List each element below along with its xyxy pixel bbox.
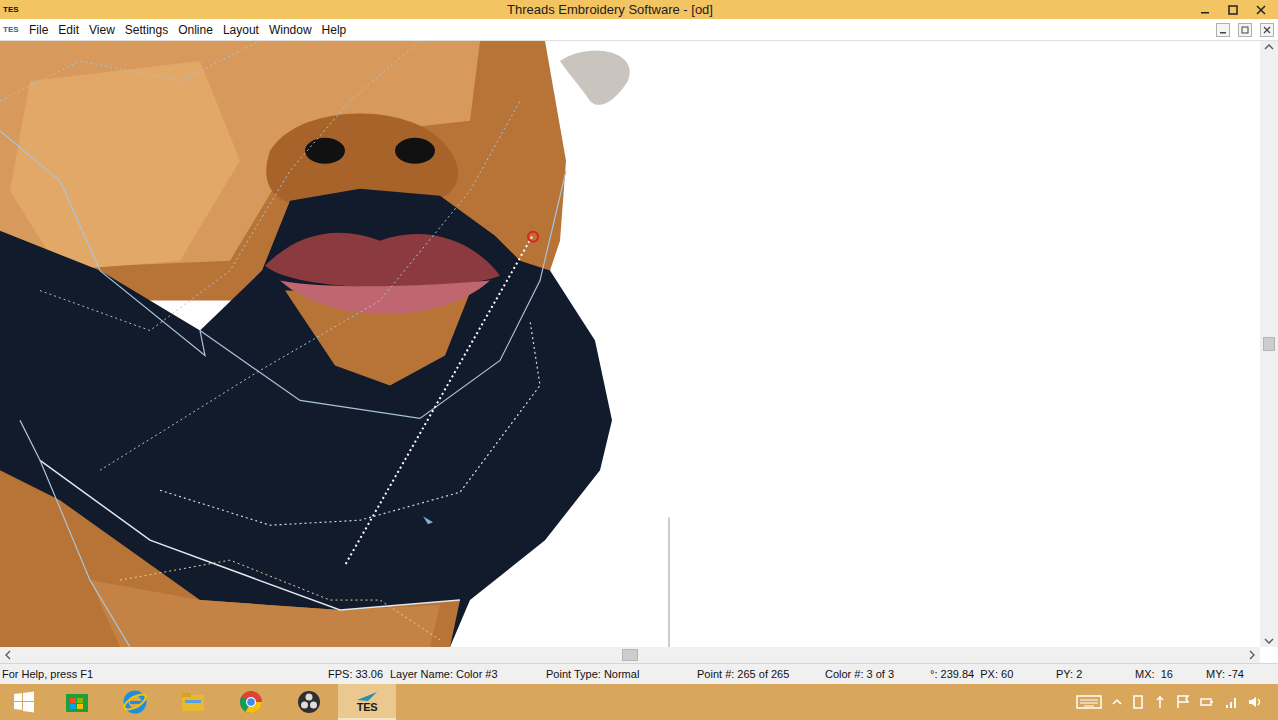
folder-icon	[180, 689, 206, 715]
taskbar-app[interactable]	[164, 684, 222, 720]
status-field: MY: -74	[1206, 666, 1278, 683]
title-bar[interactable]: TESThreads Embroidery Software - [od]	[0, 0, 1278, 19]
status-field: PY: 2	[1056, 666, 1135, 683]
menu-item[interactable]: Edit	[53, 24, 84, 36]
keyboard-icon[interactable]	[1076, 694, 1102, 710]
mdi-restore-icon[interactable]	[1238, 23, 1252, 37]
maximize-icon[interactable]	[1228, 5, 1238, 15]
title-app-icon: TES	[0, 6, 20, 14]
scroll-thumb[interactable]	[622, 649, 638, 661]
menu-item[interactable]: Settings	[120, 24, 173, 36]
tray-app-icon[interactable]	[1132, 695, 1144, 709]
scroll-left-icon[interactable]	[4, 650, 12, 660]
start-button[interactable]	[0, 684, 48, 720]
menu-bar: TESFileEditViewSettingsOnlineLayoutWindo…	[0, 19, 1278, 41]
vertical-scrollbar[interactable]	[1260, 41, 1278, 647]
window-title: Threads Embroidery Software - [od]	[20, 3, 1200, 16]
taskbar-app[interactable]	[48, 684, 106, 720]
menu-item[interactable]: Layout	[218, 24, 264, 36]
scroll-right-icon[interactable]	[1248, 650, 1256, 660]
selected-point-marker[interactable]	[528, 232, 538, 242]
network-icon[interactable]	[1224, 695, 1238, 709]
status-field: MX: 16	[1135, 666, 1206, 683]
scroll-thumb[interactable]	[1263, 337, 1275, 351]
taskbar-app[interactable]	[106, 684, 164, 720]
design-canvas[interactable]	[0, 41, 1260, 647]
obs-icon	[296, 689, 322, 715]
taskbar-app[interactable]	[280, 684, 338, 720]
usb-icon[interactable]	[1154, 695, 1166, 709]
status-field: FPS: 33.06	[328, 666, 390, 683]
menu-item[interactable]: Help	[317, 24, 352, 36]
power-icon[interactable]	[1200, 695, 1214, 709]
status-field: Point Type: Normal	[546, 666, 697, 683]
scroll-down-icon[interactable]	[1264, 637, 1274, 645]
taskbar: TES	[0, 684, 1278, 720]
document-icon: TES	[0, 26, 24, 34]
chrome-icon	[238, 689, 264, 715]
status-field: Layer Name: Color #3	[390, 666, 546, 683]
internet-explorer-icon	[122, 689, 148, 715]
menu-item[interactable]: File	[24, 24, 53, 36]
windows-logo-icon	[13, 691, 35, 713]
screen: TESThreads Embroidery Software - [od]TES…	[0, 0, 1278, 720]
volume-icon[interactable]	[1248, 695, 1264, 709]
menu-item[interactable]: Window	[264, 24, 317, 36]
status-field: °: 239.84 PX: 60	[930, 666, 1056, 683]
horizontal-scrollbar[interactable]	[0, 647, 1260, 663]
menu-item[interactable]: View	[84, 24, 120, 36]
store-icon	[64, 689, 90, 715]
status-field: Point #: 265 of 265	[697, 666, 825, 683]
taskbar-app[interactable]	[222, 684, 280, 720]
flag-icon[interactable]	[1176, 695, 1190, 709]
chevron-up-icon[interactable]	[1112, 698, 1122, 706]
tes-icon: TES	[356, 690, 378, 713]
mdi-minimize-icon[interactable]	[1216, 23, 1230, 37]
status-field: Color #: 3 of 3	[825, 666, 930, 683]
taskbar-app[interactable]: TES	[338, 684, 396, 720]
minimize-icon[interactable]	[1200, 5, 1210, 15]
scroll-up-icon[interactable]	[1264, 43, 1274, 51]
menu-item[interactable]: Online	[173, 24, 218, 36]
status-help: For Help, press F1	[0, 666, 328, 683]
close-icon[interactable]	[1256, 5, 1266, 15]
system-tray	[1076, 694, 1278, 710]
mdi-close-icon[interactable]	[1260, 23, 1274, 37]
status-bar: For Help, press F1FPS: 33.06Layer Name: …	[0, 663, 1278, 684]
cursor-icon	[423, 516, 433, 524]
